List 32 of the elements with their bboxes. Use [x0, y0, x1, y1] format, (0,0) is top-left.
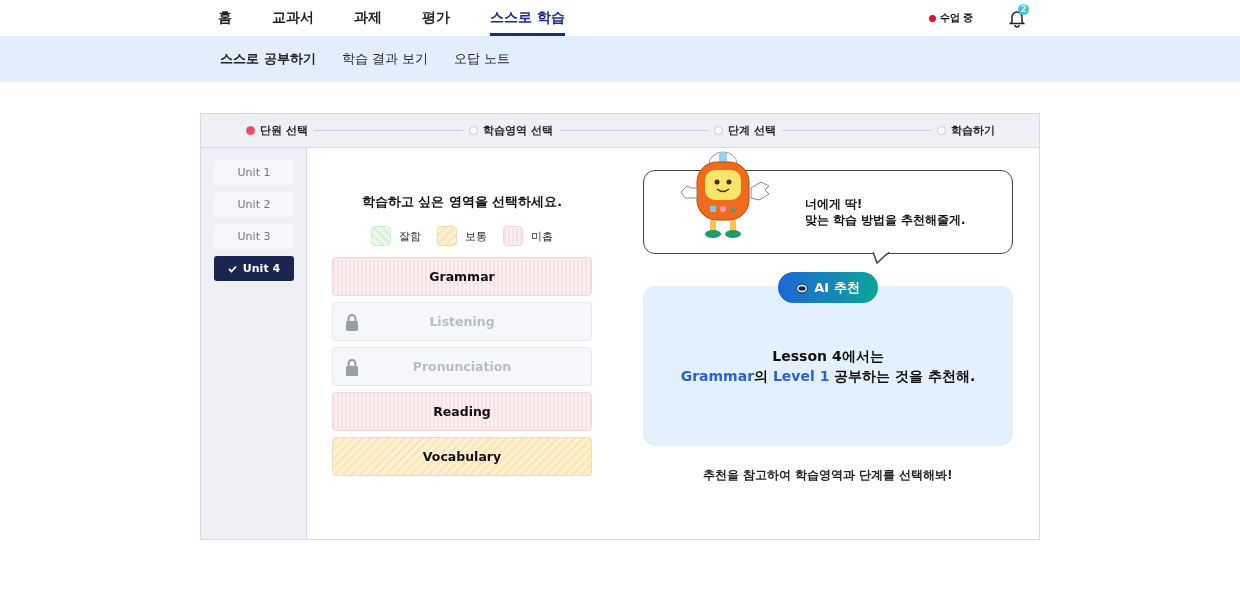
nav-tab[interactable]: 과제: [354, 0, 382, 36]
class-status: 수업 중: [939, 11, 973, 25]
unit-tab[interactable]: Unit 4: [214, 256, 294, 281]
nav-tab[interactable]: 교과서: [272, 0, 314, 36]
lock-icon: [345, 358, 359, 376]
subnav-link[interactable]: 스스로 공부하기: [220, 50, 316, 68]
subnav-link[interactable]: 오답 노트: [453, 50, 510, 68]
area-option[interactable]: Vocabulary: [332, 437, 592, 476]
lock-icon: [345, 313, 359, 331]
unit-tab[interactable]: Unit 2: [214, 192, 294, 217]
area-option[interactable]: Grammar: [332, 257, 592, 296]
step-label: 학습영역 선택: [469, 123, 553, 138]
legend-label: 미흡: [531, 228, 553, 244]
speech-text: 너에게 딱! 맞는 학습 방법을 추천해줄게.: [805, 195, 966, 229]
instruction-text: 학습하고 싶은 영역을 선택하세요.: [361, 194, 563, 211]
step-label: 단원 선택: [246, 123, 308, 138]
unit-tab[interactable]: Unit 3: [214, 224, 294, 249]
subnav-link[interactable]: 학습 결과 보기: [341, 50, 428, 68]
unit-tab[interactable]: Unit 1: [214, 160, 294, 185]
step-label: 단계 선택: [714, 123, 776, 138]
step-label: 학습하기: [937, 123, 995, 138]
check-icon: [227, 264, 237, 273]
notification-count: 2: [1018, 4, 1029, 15]
recommendation-text: Lesson 4에서는 Grammar의 Level 1 공부하는 것을 추천해.: [680, 346, 976, 386]
area-option[interactable]: Reading: [332, 392, 592, 431]
nav-tab[interactable]: 평가: [422, 0, 450, 36]
legend-label: 잘함: [399, 228, 421, 244]
robot-icon: [796, 281, 809, 294]
legend-label: 보통: [465, 228, 487, 244]
hint-text: 추천을 참고하여 학습영역과 단계를 선택해봐!: [703, 468, 953, 483]
ai-badge-label: AI 추천: [814, 278, 860, 297]
nav-tab[interactable]: 홈: [218, 0, 232, 36]
